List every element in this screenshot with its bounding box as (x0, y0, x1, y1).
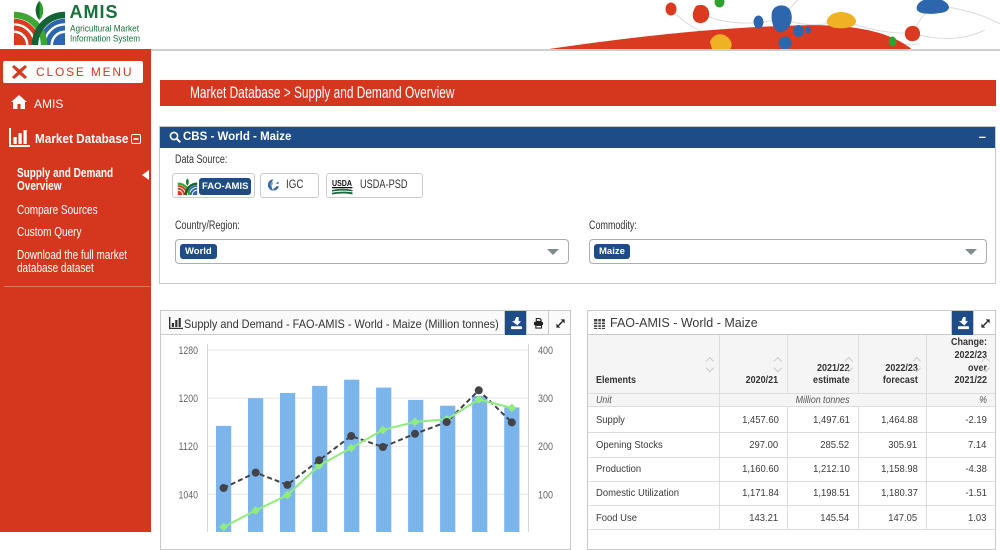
svg-text:Information System: Information System (70, 33, 140, 43)
svg-text:100: 100 (538, 489, 553, 501)
svg-text:USDA: USDA (332, 178, 352, 188)
svg-text:1120: 1120 (179, 441, 199, 453)
svg-text:1280: 1280 (179, 345, 199, 357)
svg-text:AMIS: AMIS (70, 2, 119, 22)
svg-text:300: 300 (538, 393, 553, 405)
svg-text:200: 200 (538, 441, 553, 453)
svg-text:400: 400 (538, 345, 553, 357)
svg-text:1200: 1200 (179, 393, 199, 405)
svg-text:Agricultural Market: Agricultural Market (70, 24, 140, 34)
svg-text:1040: 1040 (179, 489, 199, 501)
